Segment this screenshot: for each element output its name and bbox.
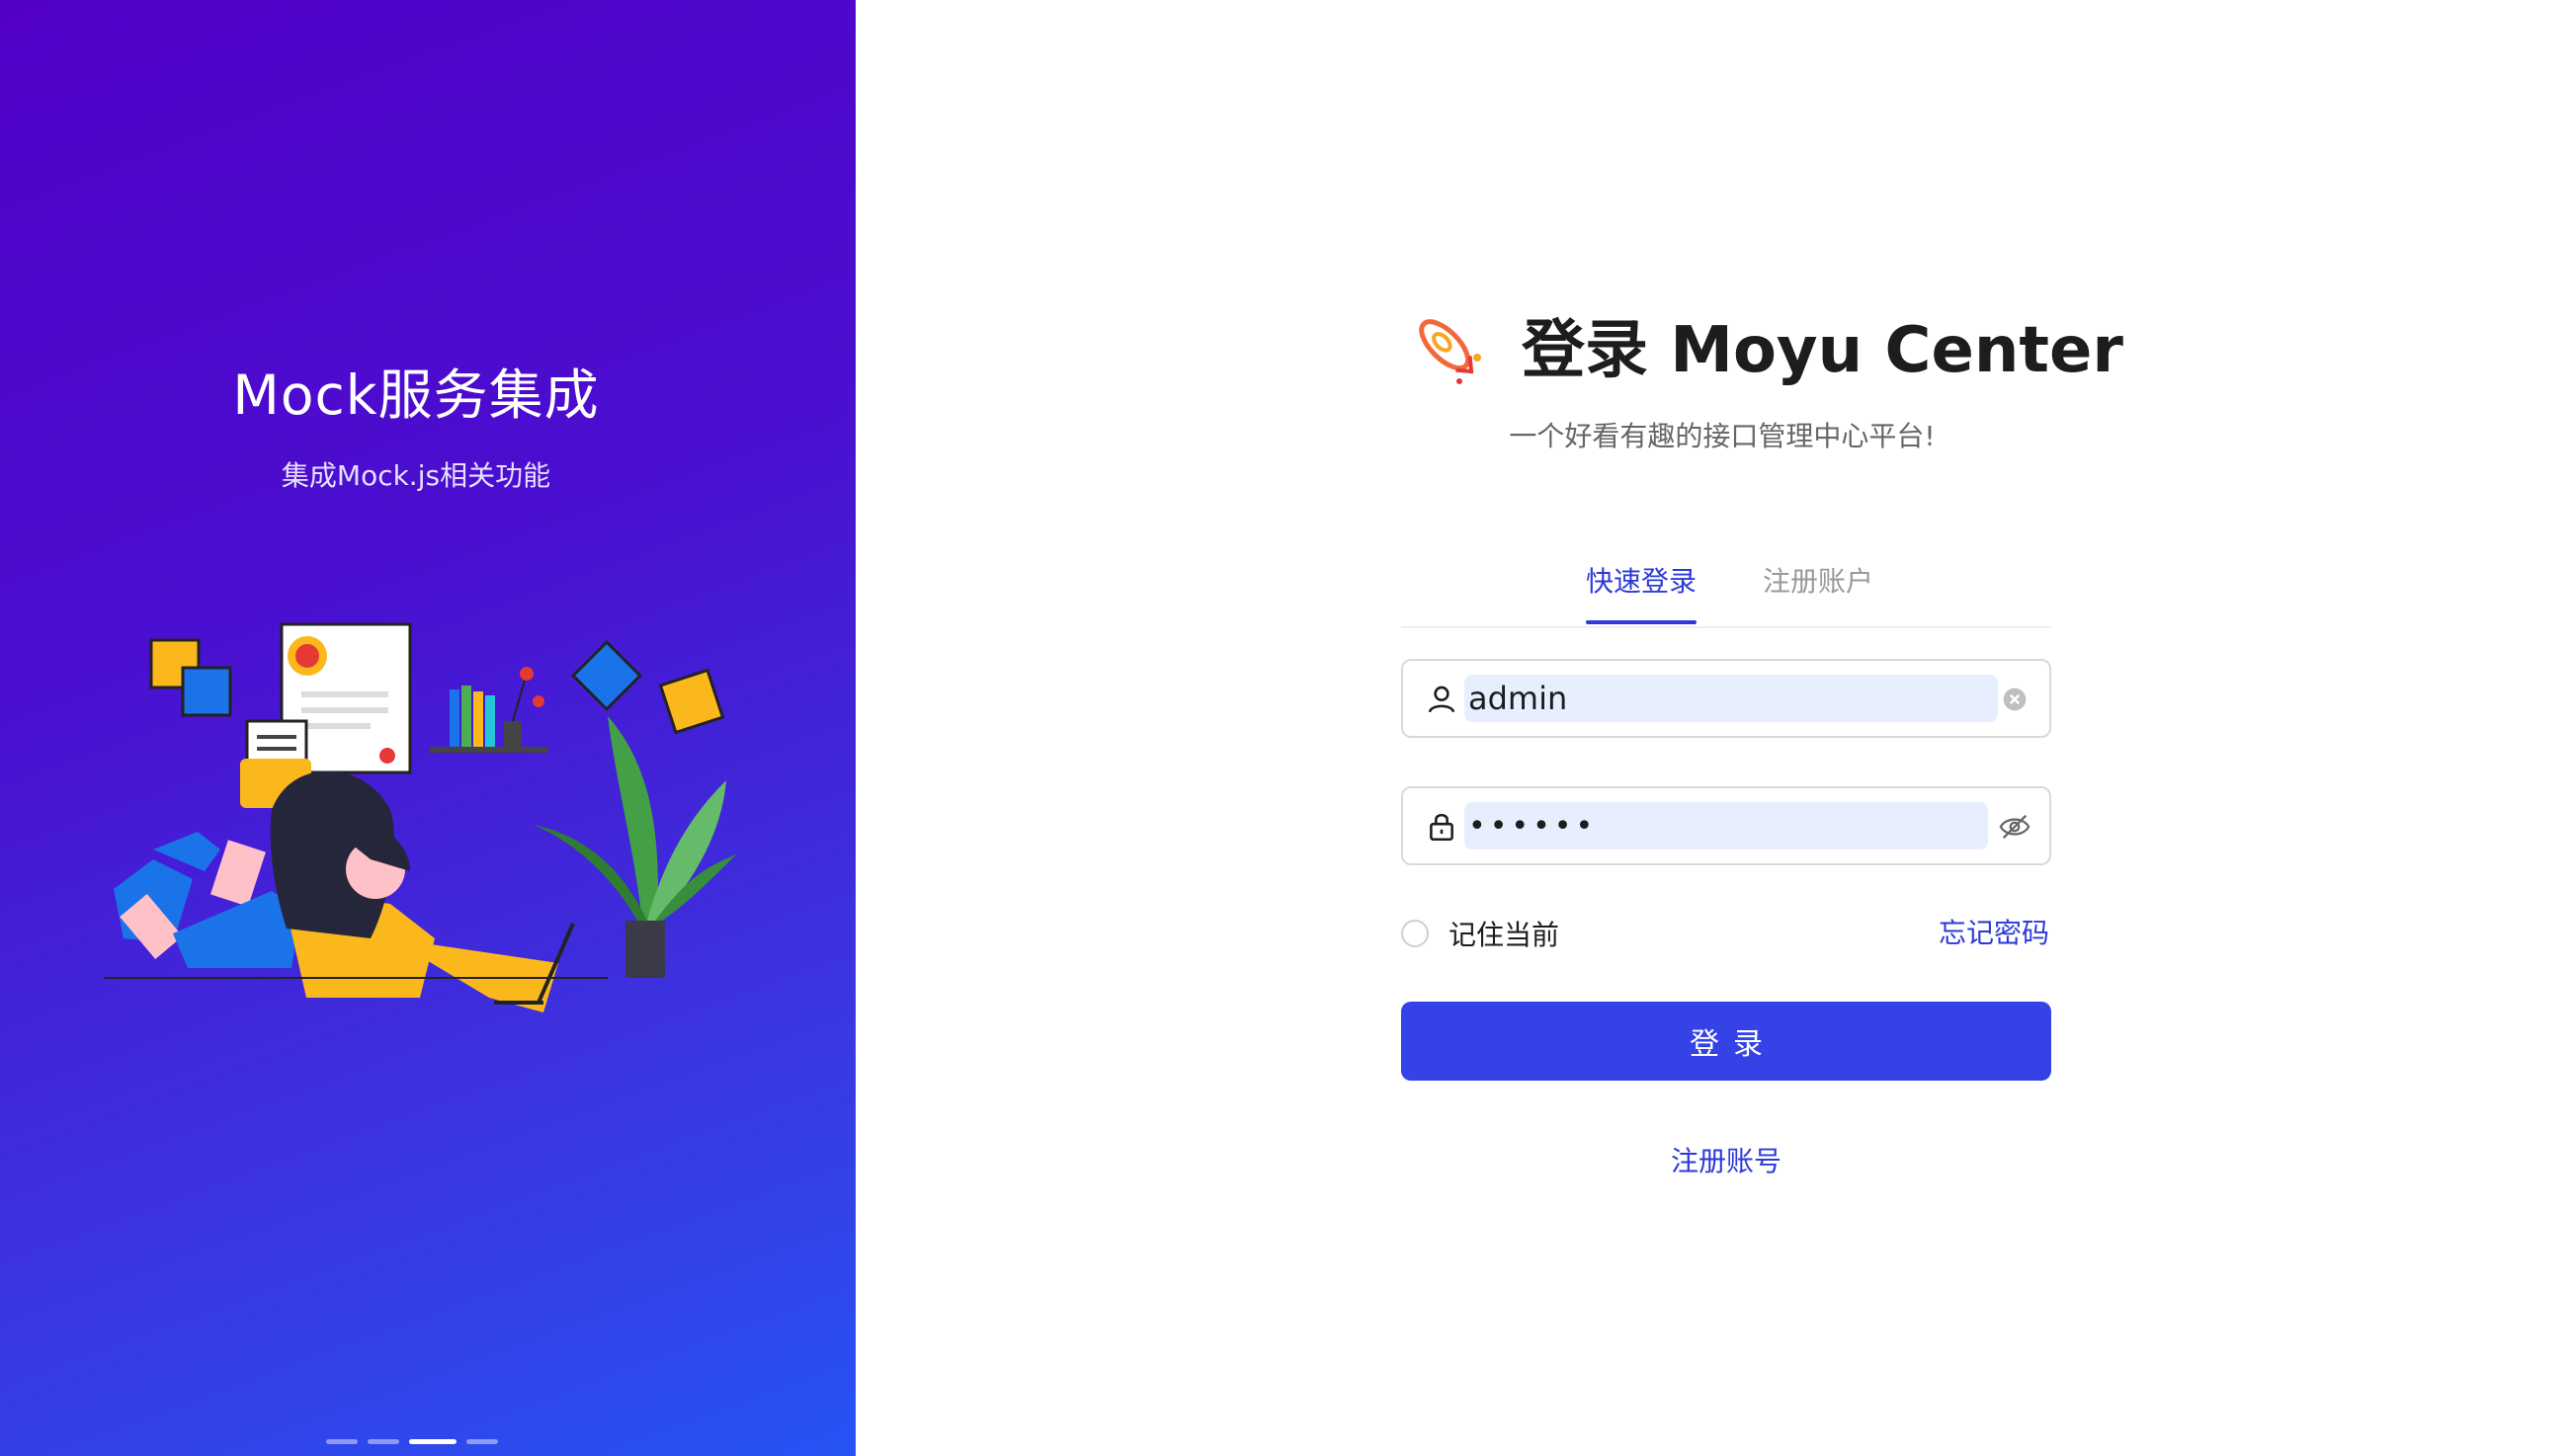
remember-me-label: 记住当前 xyxy=(1449,919,1560,951)
user-icon xyxy=(1428,686,1455,713)
carousel-dot-active[interactable] xyxy=(409,1439,456,1444)
lock-icon xyxy=(1430,813,1453,842)
banner-title: Mock服务集成 xyxy=(232,364,600,427)
eye-hidden-icon[interactable] xyxy=(1998,810,2031,844)
remember-me-radio[interactable] xyxy=(1401,920,1429,947)
login-tabs: 快速登录 注册账户 xyxy=(1401,553,2051,628)
rocket-icon xyxy=(1419,319,1481,384)
login-button[interactable]: 登录 xyxy=(1401,1002,2051,1081)
carousel-dot[interactable] xyxy=(368,1439,399,1444)
page-subtitle: 一个好看有趣的接口管理中心平台! xyxy=(1509,420,1936,452)
forgot-password-link[interactable]: 忘记密码 xyxy=(1939,914,2049,953)
banner-subtitle: 集成Mock.js相关功能 xyxy=(281,459,551,492)
clear-icon[interactable] xyxy=(1998,683,2031,716)
page-title: 登录 Moyu Center xyxy=(1522,314,2123,387)
tab-active-indicator xyxy=(1586,620,1697,624)
login-banner: Mock服务集成 集成Mock.js相关功能 xyxy=(0,0,856,1456)
password-input[interactable] xyxy=(1468,802,1982,849)
remember-me-checkbox[interactable]: 记住当前 xyxy=(1401,914,1559,953)
tab-quick-login[interactable]: 快速登录 xyxy=(1586,553,1697,624)
register-account-link[interactable]: 注册账号 xyxy=(1401,1140,2051,1179)
carousel-dot[interactable] xyxy=(326,1439,358,1444)
carousel-dot[interactable] xyxy=(466,1439,498,1444)
password-field xyxy=(1401,786,2051,865)
tab-register-account[interactable]: 注册账户 xyxy=(1763,553,1873,624)
carousel-indicators xyxy=(326,1439,498,1444)
illustration-image xyxy=(104,622,736,1012)
username-input[interactable] xyxy=(1468,675,1982,722)
username-field xyxy=(1401,659,2051,738)
